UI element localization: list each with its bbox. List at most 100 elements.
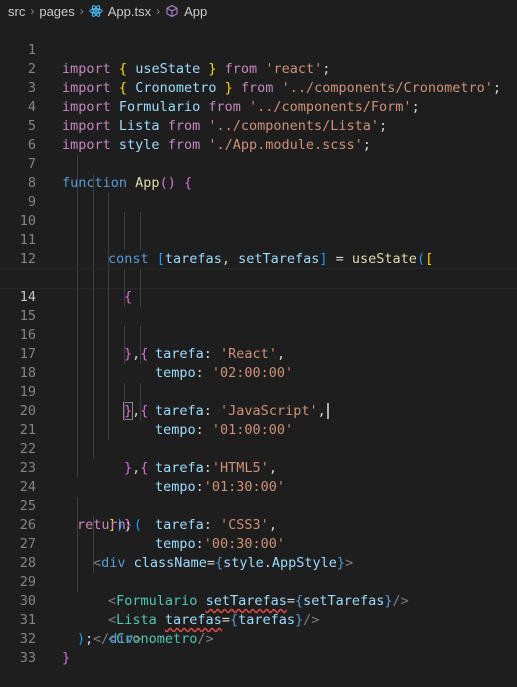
- indent-guide: [77, 516, 78, 535]
- chevron-right-icon: ›: [30, 4, 35, 18]
- indent-guide: [108, 402, 109, 421]
- indent-guide: [77, 174, 78, 193]
- code-line[interactable]: 10 {: [0, 193, 517, 305]
- indent-guide: [108, 421, 109, 440]
- indent-guide: [77, 269, 78, 288]
- code-line[interactable]: 5 import style from './App.module.scss';: [0, 98, 517, 153]
- breadcrumb: src › pages › App.tsx › App: [0, 0, 517, 22]
- indent-guide: [124, 269, 125, 288]
- code-line[interactable]: 13 },{: [0, 250, 517, 362]
- indent-guide: [77, 440, 78, 459]
- code-line[interactable]: 20 tarefa: 'CSS3',: [0, 383, 517, 533]
- indent-guide: [93, 383, 94, 402]
- indent-guide: [77, 573, 78, 592]
- indent-guide: [77, 307, 78, 326]
- code-line[interactable]: 15 tempo: '01:00:00': [0, 288, 517, 438]
- code-line[interactable]: 31 );: [0, 592, 517, 647]
- indent-guide: [93, 193, 94, 212]
- indent-guide: [108, 250, 109, 269]
- indent-guide: [108, 364, 109, 383]
- indent-guide: [140, 269, 141, 288]
- code-text: }: [62, 650, 71, 666]
- code-line[interactable]: 8: [0, 155, 517, 191]
- breadcrumb-item-symbol[interactable]: App: [184, 4, 207, 19]
- indent-guide: [108, 231, 109, 250]
- indent-guide: [124, 383, 125, 402]
- chevron-right-icon: ›: [156, 4, 161, 18]
- code-line[interactable]: 19 },{: [0, 364, 517, 476]
- indent-guide: [108, 193, 109, 212]
- indent-guide: [77, 535, 78, 554]
- breadcrumb-item-src[interactable]: src: [8, 4, 25, 19]
- indent-guide: [108, 345, 109, 364]
- indent-guide: [93, 516, 94, 535]
- indent-guide: [93, 535, 94, 554]
- indent-guide: [108, 326, 109, 345]
- indent-guide: [140, 345, 141, 364]
- code-line[interactable]: 3 import Formulario from '../components/…: [0, 60, 517, 115]
- indent-guide: [108, 269, 109, 288]
- code-line[interactable]: 18 tempo:'01:30:00': [0, 345, 517, 495]
- indent-guide: [93, 250, 94, 269]
- indent-guide: [93, 402, 94, 421]
- indent-guide: [124, 212, 125, 231]
- code-line[interactable]: 9 const [tarefas, setTarefas] = useState…: [0, 174, 517, 267]
- code-line[interactable]: 22 }: [0, 421, 517, 533]
- code-line[interactable]: 16 },{: [0, 307, 517, 420]
- indent-guide: [77, 402, 78, 421]
- code-line[interactable]: 32 }: [0, 611, 517, 666]
- code-line[interactable]: 25 return (: [0, 478, 517, 533]
- indent-guide: [93, 440, 94, 459]
- indent-guide: [77, 326, 78, 345]
- code-line[interactable]: 12 tempo: '02:00:00': [0, 231, 517, 381]
- code-line[interactable]: 26 <div className={style.AppStyle}>: [0, 497, 517, 571]
- indent-guide: [108, 288, 109, 307]
- code-line[interactable]: 6: [0, 117, 517, 153]
- indent-guide: [77, 459, 78, 478]
- indent-guide: [140, 326, 141, 345]
- symbol-method-icon: [165, 4, 179, 18]
- indent-guide: [140, 231, 141, 250]
- code-editor[interactable]: 1 import { useState } from 'react'; 2 im…: [0, 22, 517, 666]
- indent-guide: [93, 421, 94, 440]
- indent-guide: [93, 326, 94, 345]
- code-line[interactable]: 11 tarefa: 'React',: [0, 212, 517, 362]
- indent-guide: [77, 288, 78, 307]
- indent-guide: [77, 212, 78, 231]
- indent-guide: [108, 307, 109, 326]
- indent-guide: [77, 554, 78, 573]
- code-line[interactable]: 29 <Cronometro/>: [0, 554, 517, 647]
- indent-guide: [108, 212, 109, 231]
- code-line[interactable]: 27 <Formulario setTarefas={setTarefas}/>: [0, 516, 517, 609]
- chevron-right-icon: ›: [79, 4, 84, 18]
- indent-guide: [93, 269, 94, 288]
- breadcrumb-item-pages[interactable]: pages: [39, 4, 74, 19]
- indent-guide: [93, 212, 94, 231]
- indent-guide: [140, 212, 141, 231]
- indent-guide: [93, 364, 94, 383]
- code-line[interactable]: 7 function App() {: [0, 136, 517, 191]
- code-line-active[interactable]: 14 tarefa: 'JavaScript',: [0, 268, 517, 419]
- indent-guide: [77, 155, 78, 174]
- code-line[interactable]: 23 ]);: [0, 440, 517, 533]
- code-line[interactable]: 4 import Lista from '../components/Lista…: [0, 79, 517, 134]
- indent-guide: [124, 231, 125, 250]
- code-line[interactable]: 24: [0, 459, 517, 495]
- indent-guide: [108, 383, 109, 402]
- indent-guide: [77, 345, 78, 364]
- code-line[interactable]: 17 tarefa:'HTML5',: [0, 326, 517, 476]
- indent-guide: [77, 231, 78, 250]
- code-line[interactable]: 30 </div>: [0, 573, 517, 647]
- code-line[interactable]: 33: [0, 630, 517, 666]
- code-line[interactable]: 2 import { Cronometro } from '../compone…: [0, 41, 517, 96]
- code-line[interactable]: 28 <Lista tarefas={tarefas}/>: [0, 535, 517, 628]
- breadcrumb-item-file[interactable]: App.tsx: [108, 4, 151, 19]
- code-line[interactable]: 1 import { useState } from 'react';: [0, 22, 517, 77]
- indent-guide: [140, 288, 141, 307]
- indent-guide: [93, 345, 94, 364]
- code-line[interactable]: 21 tempo:'00:30:00': [0, 402, 517, 552]
- line-number: 33: [19, 650, 36, 666]
- indent-guide: [124, 345, 125, 364]
- indent-guide: [77, 383, 78, 402]
- indent-guide: [93, 554, 94, 573]
